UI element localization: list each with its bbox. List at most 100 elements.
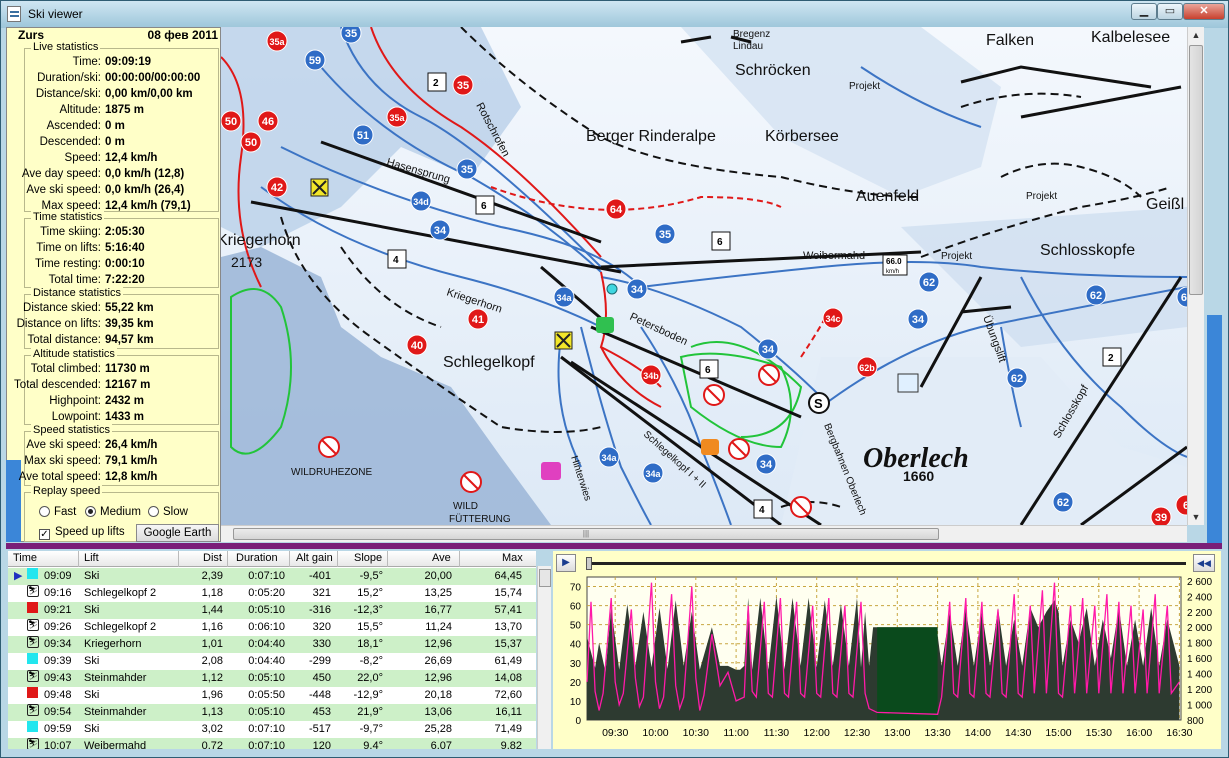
piste-number: 39 [1155, 512, 1167, 524]
stat-value: 12,8 km/h [105, 471, 158, 483]
replay-fast-radio[interactable]: Fast [39, 506, 76, 518]
stat-value: 09:09:19 [105, 56, 152, 68]
piste-number: 41 [472, 314, 484, 326]
col-max[interactable]: Max [502, 552, 523, 564]
cell-lift: Schlegelkopf 2 [84, 621, 157, 633]
checkbox-mark[interactable]: ✓ [39, 529, 50, 540]
radio-dot-fast[interactable] [39, 506, 50, 517]
altitude-speed-chart[interactable]: 0 10 20 30 40 50 60 70 800 1 000 1 200 1 400 1 600 1 … [553, 573, 1221, 749]
current-position-marker [606, 283, 618, 295]
map-horizontal-scrollbar[interactable]: ||| [221, 525, 1187, 542]
timeline-slider-thumb[interactable] [586, 557, 592, 570]
table-row[interactable]: ⛷ 09:34 Kriegerhorn 1,01 0:04:40 330 18,1° 12,9… [8, 636, 536, 653]
stat-value: 12167 m [105, 379, 151, 391]
cell-alt: -401 [308, 570, 331, 582]
cell-duration: 0:07:10 [248, 570, 285, 582]
rewind-button[interactable]: ◀◀ [1193, 554, 1215, 572]
stat-label: Altitude: [59, 104, 101, 116]
x-tick-label: 13:00 [884, 727, 910, 739]
radio-dot-medium[interactable] [85, 506, 96, 517]
cell-alt: 453 [312, 706, 331, 718]
piste-number: 34a [645, 469, 661, 479]
y-left-tick-label: 10 [570, 697, 582, 708]
stat-value: 39,35 km [105, 318, 154, 330]
lift-tag-number: 4 [393, 255, 399, 266]
table-scrollbar[interactable] [537, 566, 551, 749]
col-alt-gain[interactable]: Alt gain [296, 552, 333, 564]
play-button[interactable]: ▶ [556, 554, 576, 572]
cell-slope: -12,3° [353, 604, 383, 616]
stat-value: 0 m [105, 136, 125, 148]
minimize-button[interactable]: ▁ [1131, 3, 1157, 20]
y-right-tick-label: 2 200 [1187, 608, 1212, 619]
col-ave[interactable]: Ave [432, 552, 451, 564]
cell-alt: 450 [312, 672, 331, 684]
table-row[interactable]: ▶ 09:09 Ski 2,39 0:07:10 -401 -9,5° 20,00 64,45 [8, 568, 536, 585]
map-label-berger-rinderalpe: Berger Rinderalpe [586, 128, 716, 145]
scroll-up-icon[interactable]: ▲ [1188, 27, 1204, 43]
ski-map[interactable]: Bregenz Lindau Schröcken Falken Kalbeles… [221, 27, 1187, 525]
google-earth-button[interactable]: Google Earth [136, 524, 219, 542]
cell-time: 09:34 [44, 638, 72, 650]
map-label-korbersee: Körbersee [765, 128, 839, 145]
map-label-schlegelkopf: Schlegelkopf [443, 354, 535, 371]
table-row[interactable]: ⛷ 09:43 Steinmahder 1,12 0:05:10 450 22,0° 12,9… [8, 670, 536, 687]
cell-ave: 26,69 [424, 655, 452, 667]
col-duration[interactable]: Duration [236, 552, 278, 564]
table-row[interactable]: ⛷ 09:26 Schlegelkopf 2 1,16 0:06:10 320 15,5° 1… [8, 619, 536, 636]
map-vscroll-thumb[interactable] [1189, 45, 1203, 295]
scroll-down-icon[interactable]: ▼ [1188, 509, 1204, 525]
cell-time: 09:43 [44, 672, 72, 684]
replay-slow-radio[interactable]: Slow [148, 506, 188, 518]
maximize-button[interactable]: ▭ [1157, 3, 1183, 20]
close-button[interactable]: ✕ [1183, 3, 1225, 20]
cell-duration: 0:04:40 [248, 655, 285, 667]
table-row[interactable]: ⛷ 09:16 Schlegelkopf 2 1,18 0:05:20 321 15,2° 1… [8, 585, 536, 602]
table-row[interactable]: 09:59 Ski 3,02 0:07:10 -517 -9,7° 25,28 71,49 [8, 721, 536, 738]
piste-number: 50 [245, 137, 257, 149]
piste-number: 40 [411, 340, 423, 352]
title-bar[interactable]: Ski viewer ▁ ▭ ✕ [1, 1, 1228, 28]
y-right-tick-label: 1 400 [1187, 670, 1212, 681]
map-label-elevation-1660: 1660 [903, 468, 934, 484]
cell-max: 15,37 [494, 638, 522, 650]
cell-max: 72,60 [494, 689, 522, 701]
table-row[interactable]: ⛷ 09:54 Steinmahder 1,13 0:05:10 453 21,9° 13,0… [8, 704, 536, 721]
altitude-statistics-title: Altitude statistics [31, 348, 117, 360]
cell-slope: -9,7° [359, 723, 383, 735]
radio-dot-slow[interactable] [148, 506, 159, 517]
splitter-bar[interactable] [6, 543, 1222, 549]
table-row[interactable]: ⛷ 10:07 Weibermahd 0,72 0:07:10 120 9,4° 6,07 9,… [8, 738, 536, 749]
piste-number: 34a [601, 453, 617, 463]
timeline-slider-track[interactable] [586, 562, 1186, 565]
col-dist[interactable]: Dist [203, 552, 222, 564]
map-label-falken: Falken [986, 32, 1034, 49]
y-right-tick-label: 2 400 [1187, 592, 1212, 603]
cell-lift: Schlegelkopf 2 [84, 587, 157, 599]
piste-number: 62 [1090, 290, 1102, 302]
map-label-lindau: Lindau [733, 41, 763, 52]
col-time[interactable]: Time [13, 552, 37, 564]
table-row[interactable]: 09:21 Ski 1,44 0:05:10 -316 -12,3° 16,77 57,41 [8, 602, 536, 619]
cell-dist: 0,72 [201, 740, 223, 749]
replay-slow-label: Slow [163, 506, 188, 518]
stat-label: Total descended: [14, 379, 101, 391]
map-vertical-scrollbar[interactable]: ▲ ▼ [1187, 27, 1204, 525]
map-hscroll-thumb[interactable]: ||| [233, 528, 939, 540]
stat-label: Speed: [64, 152, 101, 164]
cell-lift: Ski [84, 655, 100, 667]
col-slope[interactable]: Slope [354, 552, 382, 564]
replay-medium-radio[interactable]: Medium [85, 506, 141, 518]
table-row[interactable]: 09:39 Ski 2,08 0:04:40 -299 -8,2° 26,69 61,49 [8, 653, 536, 670]
replay-speed-title: Replay speed [31, 485, 103, 497]
speed-up-lifts-checkbox[interactable]: ✓ Speed up lifts [39, 526, 125, 540]
stat-label: Lowpoint: [51, 411, 101, 423]
table-scroll-thumb[interactable] [539, 569, 551, 587]
table-row[interactable]: 09:48 Ski 1,96 0:05:50 -448 -12,9° 20,18 72,60 [8, 687, 536, 704]
cell-max: 15,74 [494, 587, 522, 599]
speed-up-lifts-label: Speed up lifts [55, 526, 125, 538]
piste-number: 34a [556, 293, 572, 303]
cell-slope: -8,2° [359, 655, 383, 667]
col-lift[interactable]: Lift [84, 552, 99, 564]
piste-number: 50 [225, 116, 237, 128]
